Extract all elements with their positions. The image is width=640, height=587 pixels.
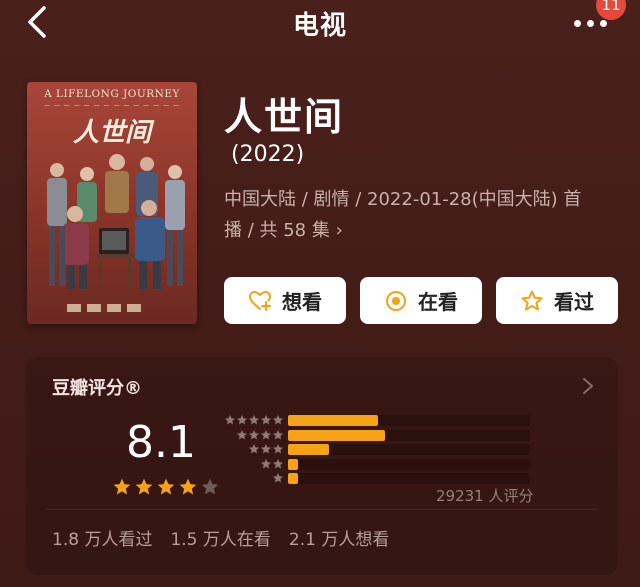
star-small-icon (237, 429, 247, 439)
star-small-icon (249, 415, 259, 425)
chevron-right-icon (583, 378, 593, 394)
top-bar: 电视 11 (0, 0, 640, 48)
rating-card[interactable]: 豆瓣评分® 8.1 29231 人评分 1.8 万人看过 1.5 万人在看 2.… (26, 357, 618, 575)
star-outline-icon (521, 290, 543, 310)
star-small-icon (261, 444, 271, 454)
watched-label: 看过 (554, 290, 594, 314)
divider (46, 509, 598, 510)
show-meta-line-2: 播 / 共 58 集 › (224, 220, 343, 241)
rating-bar-fill (288, 415, 378, 426)
show-meta[interactable]: 中国大陆 / 剧情 / 2022-01-28(中国大陆) 首 播 / 共 58 … (224, 184, 614, 246)
mini-stars (222, 472, 284, 484)
want-to-watch-button[interactable]: 想看 (224, 277, 346, 324)
want-to-watch-label: 想看 (282, 290, 322, 314)
rating-bar-fill (288, 473, 298, 484)
watching-label: 在看 (418, 290, 458, 314)
rating-bar-fill (288, 444, 329, 455)
page-title: 电视 (292, 11, 347, 41)
rating-bar-track (288, 415, 530, 426)
star-small-icon (273, 429, 283, 439)
rating-bar-track (288, 473, 530, 484)
show-title: 人世间 (224, 95, 345, 139)
star-small-icon (249, 444, 259, 454)
rating-score: 8.1 (126, 417, 196, 468)
star-small-icon (237, 415, 247, 425)
mini-stars (222, 429, 284, 441)
star-small-icon (261, 458, 271, 468)
rating-bar-track (288, 458, 530, 470)
heart-plus-icon (249, 290, 271, 311)
watched-count: 1.8 万人看过 (52, 530, 153, 550)
rating-bar-fill (288, 458, 298, 470)
mini-stars (222, 414, 284, 426)
star-filled-icon (113, 478, 131, 495)
show-year: (2022) (231, 142, 305, 167)
rating-title: 豆瓣评分® (52, 378, 142, 399)
star-small-icon (261, 429, 271, 439)
watched-button[interactable]: 看过 (496, 277, 618, 324)
more-button[interactable]: 11 (572, 0, 626, 34)
star-small-icon (273, 444, 283, 454)
star-small-icon (225, 415, 235, 425)
star-small-icon (273, 415, 283, 425)
watching-button[interactable]: 在看 (360, 277, 482, 324)
rating-row-2-star (222, 458, 542, 471)
rating-row-5-star (222, 415, 542, 427)
rating-bar-track (288, 444, 530, 455)
rating-bar-track (288, 429, 530, 441)
rating-count: 29231 人评分 (436, 487, 534, 505)
poster-image[interactable]: A LIFELONG JOURNEY — — — — — — — — — — —… (27, 82, 197, 324)
rating-row-4-star (222, 429, 542, 442)
target-circle-icon (386, 290, 406, 311)
mini-stars (222, 458, 284, 470)
star-filled-icon (135, 478, 153, 495)
want-count: 2.1 万人想看 (288, 530, 390, 550)
watching-count: 1.5 万人在看 (170, 530, 271, 550)
rating-row-1-star (222, 473, 542, 485)
star-small-icon (261, 415, 271, 425)
show-meta-line-1: 中国大陆 / 剧情 / 2022-01-28(中国大陆) 首 (224, 189, 582, 210)
star-empty-icon (201, 478, 219, 495)
rating-bar-fill (288, 429, 385, 441)
watch-stats: 1.8 万人看过 1.5 万人在看 2.1 万人想看 (52, 525, 389, 550)
star-small-icon (273, 458, 283, 468)
mini-stars (222, 443, 284, 455)
star-filled-icon (179, 478, 197, 495)
star-small-icon (249, 429, 259, 439)
score-stars (112, 477, 220, 497)
ellipsis-icon (574, 20, 607, 27)
poster-family-illustration (47, 154, 185, 312)
star-filled-icon (157, 478, 175, 495)
star-small-icon (273, 473, 283, 483)
rating-row-3-star (222, 444, 542, 456)
